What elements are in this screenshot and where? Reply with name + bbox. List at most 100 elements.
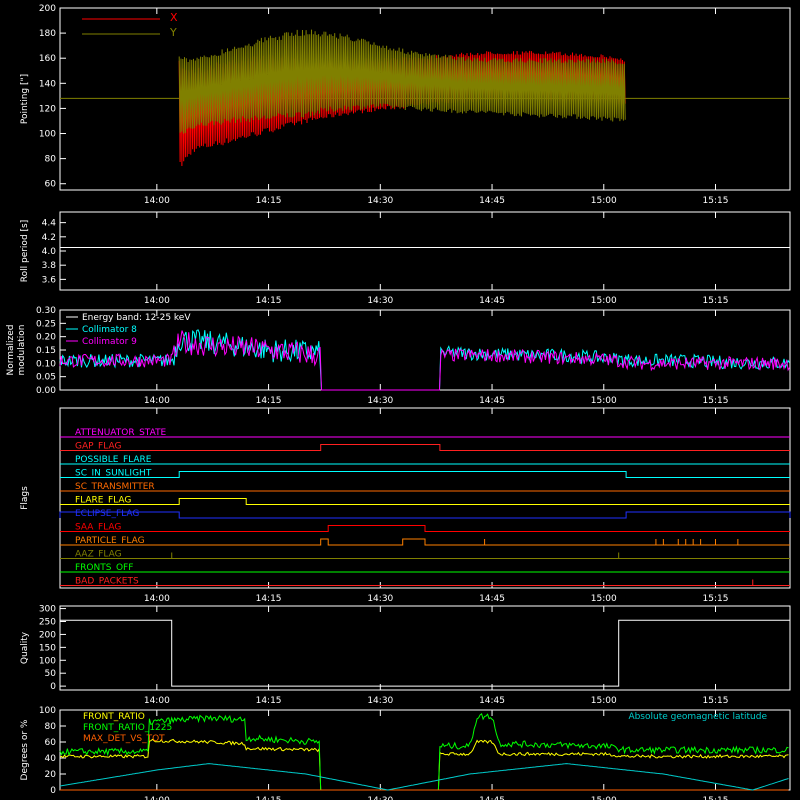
roll-ytick-label: 4.4 bbox=[42, 219, 57, 229]
ratios-xtick-label: 15:00 bbox=[591, 796, 617, 800]
pointing-ytick-label: 200 bbox=[39, 4, 56, 14]
roll-ytick-label: 4.0 bbox=[42, 247, 57, 257]
ratios-legend-label: FRONT_RATIO bbox=[83, 712, 145, 722]
flag-label-sc-transmitter: SC_TRANSMITTER bbox=[75, 482, 155, 492]
legend-x-label: X bbox=[170, 11, 178, 24]
pointing-xtick-label: 14:30 bbox=[367, 196, 393, 206]
ratios-xtick-label: 14:30 bbox=[367, 796, 393, 800]
ratios-xtick-label: 14:15 bbox=[256, 796, 282, 800]
flags-xtick-label: 14:00 bbox=[144, 594, 170, 604]
pointing-ytick-label: 60 bbox=[45, 180, 57, 190]
figure: 14:00 14:15 14:30 14:45 15:00 15:15 Pointing [… bbox=[6, 4, 791, 800]
roll-xtick-label: 15:15 bbox=[703, 296, 729, 306]
flags-frame bbox=[59, 407, 791, 589]
pointing-xtick-label: 15:15 bbox=[703, 196, 729, 206]
flag-line-sc-in-sunlight bbox=[60, 471, 790, 478]
roll-xtick-label: 14:45 bbox=[479, 296, 505, 306]
quality-ytick-label: 100 bbox=[39, 656, 56, 666]
flag-label-gap-flag: GAP_FLAG bbox=[75, 442, 121, 452]
pointing-xtick-label: 14:00 bbox=[144, 196, 170, 206]
flag-label-fronts-off: FRONTS_OFF bbox=[75, 563, 133, 573]
ratios-xtick-label: 14:00 bbox=[144, 796, 170, 800]
roll-frame bbox=[59, 211, 791, 291]
roll-xtick-label: 14:30 bbox=[367, 296, 393, 306]
flag-label-sc-in-sunlight: SC_IN_SUNLIGHT bbox=[75, 469, 152, 479]
flag-label-bad-packets: BAD_PACKETS bbox=[75, 577, 139, 587]
pointing-panel: 14:00 14:15 14:30 14:45 15:00 15:15 Pointing [… bbox=[20, 4, 791, 206]
modulation-legend-label: Energy band: 12-25 keV bbox=[82, 313, 191, 323]
modulation-xtick-label: 14:00 bbox=[144, 396, 170, 406]
ratios-xtick-label: 15:15 bbox=[703, 796, 729, 800]
ratios-legend-label: MAX_DET_VS_TOT bbox=[83, 734, 165, 744]
quality-ytick-label: 150 bbox=[39, 643, 56, 653]
modulation-ytick-label: 0.25 bbox=[36, 319, 56, 329]
pointing-ytick-label: 80 bbox=[45, 155, 57, 165]
roll-xtick-label: 14:00 bbox=[144, 296, 170, 306]
quality-ylabel: Quality bbox=[20, 631, 30, 664]
quality-xtick-label: 14:15 bbox=[256, 696, 282, 706]
quality-xtick-label: 14:30 bbox=[367, 696, 393, 706]
ratios-ytick-label: 40 bbox=[45, 754, 57, 764]
roll-ytick-label: 3.6 bbox=[42, 275, 57, 285]
flag-line-eclipse-flag bbox=[59, 511, 791, 519]
flag-line-flare-flag bbox=[60, 498, 790, 505]
legend-y-label: Y bbox=[169, 26, 177, 39]
ratios-ytick-label: 20 bbox=[45, 770, 57, 780]
modulation-ytick-label: 0.20 bbox=[36, 333, 56, 343]
pointing-ytick-label: 180 bbox=[39, 29, 56, 39]
quality-panel: 14:00 14:15 14:30 14:45 15:00 15:15 Quality 0 50… bbox=[20, 605, 791, 706]
flags-panel: 14:00 14:15 14:30 14:45 15:00 15:15 Flags ATTEN… bbox=[20, 407, 791, 604]
pointing-ytick-label: 160 bbox=[39, 54, 56, 64]
ratios-ytick-label: 100 bbox=[39, 706, 56, 716]
quality-ytick-label: 50 bbox=[45, 669, 57, 679]
modulation-panel: 14:00 14:15 14:30 14:45 15:00 15:15 Normalized… bbox=[6, 306, 791, 406]
quality-xtick-label: 15:00 bbox=[591, 696, 617, 706]
roll-xtick-label: 14:15 bbox=[256, 296, 282, 306]
modulation-ytick-label: 0.05 bbox=[36, 373, 56, 383]
pointing-ytick-label: 100 bbox=[39, 130, 56, 140]
flags-xtick-label: 15:15 bbox=[703, 594, 729, 604]
ratio-trace-absolute-geomagnetic-latitude bbox=[59, 763, 789, 791]
quality-ytick-label: 300 bbox=[39, 605, 56, 615]
modulation-collimator-9-trace bbox=[59, 330, 790, 391]
modulation-legend-label: Collimator 9 bbox=[82, 337, 137, 347]
ratios-ylabel: Degrees or % bbox=[20, 719, 30, 780]
quality-ytick-label: 250 bbox=[39, 618, 56, 628]
flag-label-particle-flag: PARTICLE_FLAG bbox=[75, 536, 145, 546]
modulation-xtick-label: 14:45 bbox=[479, 396, 505, 406]
modulation-xtick-label: 15:00 bbox=[591, 396, 617, 406]
roll-xtick-label: 15:00 bbox=[591, 296, 617, 306]
quality-xtick-label: 14:00 bbox=[144, 696, 170, 706]
modulation-ytick-label: 0.00 bbox=[36, 386, 56, 396]
ratios-xtick-label: 14:45 bbox=[479, 796, 505, 800]
pointing-xtick-label: 14:45 bbox=[479, 196, 505, 206]
modulation-xtick-label: 14:30 bbox=[367, 396, 393, 406]
quality-xtick-label: 14:45 bbox=[479, 696, 505, 706]
quality-frame bbox=[59, 605, 791, 691]
flags-xtick-label: 14:30 bbox=[367, 594, 393, 604]
quality-ytick-label: 200 bbox=[39, 630, 56, 640]
flags-xtick-label: 14:45 bbox=[479, 594, 505, 604]
roll-panel: 14:00 14:15 14:30 14:45 15:00 15:15 Roll perio… bbox=[20, 211, 791, 306]
flag-label-flare-flag: FLARE_FLAG bbox=[75, 496, 131, 506]
series-y-trace bbox=[178, 29, 626, 134]
flag-label-aaz-flag: AAZ_FLAG bbox=[75, 550, 122, 560]
modulation-xtick-label: 14:15 bbox=[256, 396, 282, 406]
quality-trace bbox=[60, 619, 790, 687]
modulation-ylabel: Normalizedmodulation bbox=[6, 324, 27, 375]
flag-line-particle-flag bbox=[60, 538, 790, 546]
flag-label-possible-flare: POSSIBLE_FLARE bbox=[75, 455, 152, 465]
pointing-ytick-label: 120 bbox=[39, 104, 56, 114]
modulation-ytick-label: 0.15 bbox=[36, 346, 56, 356]
ratios-panel: 14:00 14:15 14:30 14:45 15:00 15:15 Degrees or… bbox=[20, 706, 791, 800]
quality-ytick-label: 0 bbox=[50, 682, 56, 692]
modulation-ytick-label: 0.10 bbox=[36, 359, 56, 369]
modulation-ytick-label: 0.30 bbox=[36, 306, 56, 316]
flags-xtick-label: 14:15 bbox=[256, 594, 282, 604]
roll-ylabel: Roll period [s] bbox=[20, 220, 30, 282]
flag-label-eclipse-flag: ECLIPSE_FLAG bbox=[75, 509, 139, 519]
modulation-xtick-label: 15:15 bbox=[703, 396, 729, 406]
roll-ytick-label: 3.8 bbox=[42, 261, 57, 271]
flag-line-saa-flag bbox=[60, 525, 790, 532]
flags-ylabel: Flags bbox=[20, 486, 30, 510]
